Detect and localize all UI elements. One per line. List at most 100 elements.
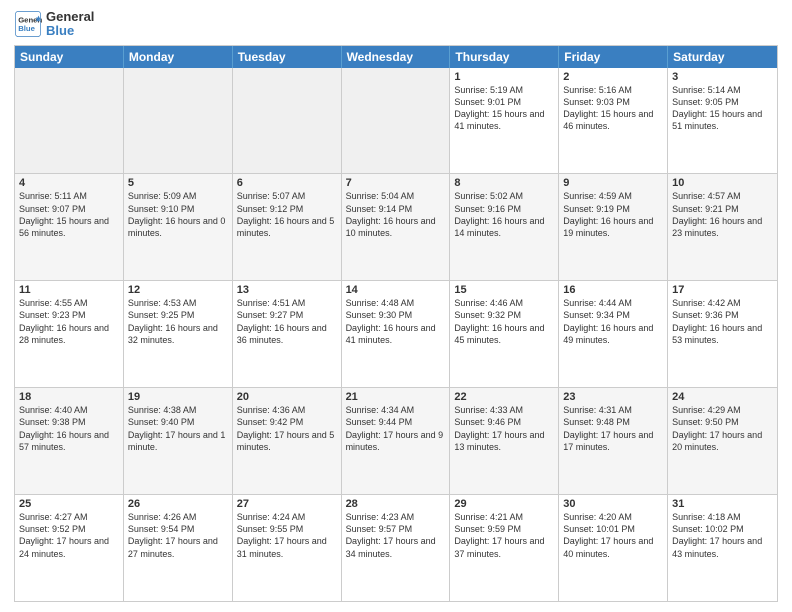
calendar-cell: 22Sunrise: 4:33 AM Sunset: 9:46 PM Dayli… (450, 388, 559, 494)
day-number: 27 (237, 498, 337, 510)
calendar-cell: 29Sunrise: 4:21 AM Sunset: 9:59 PM Dayli… (450, 495, 559, 601)
day-info: Sunrise: 4:57 AM Sunset: 9:21 PM Dayligh… (672, 190, 773, 239)
day-info: Sunrise: 5:04 AM Sunset: 9:14 PM Dayligh… (346, 190, 446, 239)
calendar-row-3: 11Sunrise: 4:55 AM Sunset: 9:23 PM Dayli… (15, 280, 777, 387)
day-info: Sunrise: 4:53 AM Sunset: 9:25 PM Dayligh… (128, 297, 228, 346)
calendar-cell: 28Sunrise: 4:23 AM Sunset: 9:57 PM Dayli… (342, 495, 451, 601)
day-info: Sunrise: 4:42 AM Sunset: 9:36 PM Dayligh… (672, 297, 773, 346)
logo-blue: Blue (46, 24, 94, 38)
calendar-row-4: 18Sunrise: 4:40 AM Sunset: 9:38 PM Dayli… (15, 387, 777, 494)
calendar-cell: 7Sunrise: 5:04 AM Sunset: 9:14 PM Daylig… (342, 174, 451, 280)
day-number: 5 (128, 177, 228, 189)
calendar-cell (233, 68, 342, 174)
day-number: 4 (19, 177, 119, 189)
calendar-cell: 8Sunrise: 5:02 AM Sunset: 9:16 PM Daylig… (450, 174, 559, 280)
calendar-cell: 26Sunrise: 4:26 AM Sunset: 9:54 PM Dayli… (124, 495, 233, 601)
day-number: 3 (672, 71, 773, 83)
day-info: Sunrise: 4:31 AM Sunset: 9:48 PM Dayligh… (563, 404, 663, 453)
day-info: Sunrise: 5:16 AM Sunset: 9:03 PM Dayligh… (563, 84, 663, 133)
logo-icon: General Blue (14, 10, 42, 38)
day-info: Sunrise: 5:02 AM Sunset: 9:16 PM Dayligh… (454, 190, 554, 239)
day-info: Sunrise: 5:09 AM Sunset: 9:10 PM Dayligh… (128, 190, 228, 239)
day-number: 9 (563, 177, 663, 189)
calendar-cell: 21Sunrise: 4:34 AM Sunset: 9:44 PM Dayli… (342, 388, 451, 494)
calendar-cell: 18Sunrise: 4:40 AM Sunset: 9:38 PM Dayli… (15, 388, 124, 494)
day-number: 20 (237, 391, 337, 403)
day-number: 29 (454, 498, 554, 510)
header: General Blue General Blue (14, 10, 778, 39)
day-number: 18 (19, 391, 119, 403)
day-info: Sunrise: 4:40 AM Sunset: 9:38 PM Dayligh… (19, 404, 119, 453)
calendar-cell: 6Sunrise: 5:07 AM Sunset: 9:12 PM Daylig… (233, 174, 342, 280)
calendar-cell: 1Sunrise: 5:19 AM Sunset: 9:01 PM Daylig… (450, 68, 559, 174)
calendar-cell: 16Sunrise: 4:44 AM Sunset: 9:34 PM Dayli… (559, 281, 668, 387)
day-info: Sunrise: 4:34 AM Sunset: 9:44 PM Dayligh… (346, 404, 446, 453)
calendar-cell: 5Sunrise: 5:09 AM Sunset: 9:10 PM Daylig… (124, 174, 233, 280)
day-info: Sunrise: 4:51 AM Sunset: 9:27 PM Dayligh… (237, 297, 337, 346)
day-header-saturday: Saturday (668, 46, 777, 68)
day-header-sunday: Sunday (15, 46, 124, 68)
page: General Blue General Blue SundayMondayTu… (0, 0, 792, 612)
day-number: 30 (563, 498, 663, 510)
day-number: 10 (672, 177, 773, 189)
day-info: Sunrise: 4:55 AM Sunset: 9:23 PM Dayligh… (19, 297, 119, 346)
day-info: Sunrise: 4:24 AM Sunset: 9:55 PM Dayligh… (237, 511, 337, 560)
calendar-cell: 27Sunrise: 4:24 AM Sunset: 9:55 PM Dayli… (233, 495, 342, 601)
day-header-monday: Monday (124, 46, 233, 68)
calendar-cell: 2Sunrise: 5:16 AM Sunset: 9:03 PM Daylig… (559, 68, 668, 174)
day-info: Sunrise: 4:36 AM Sunset: 9:42 PM Dayligh… (237, 404, 337, 453)
day-number: 1 (454, 71, 554, 83)
calendar-cell: 20Sunrise: 4:36 AM Sunset: 9:42 PM Dayli… (233, 388, 342, 494)
day-number: 17 (672, 284, 773, 296)
logo: General Blue General Blue (14, 10, 94, 39)
day-number: 22 (454, 391, 554, 403)
day-info: Sunrise: 4:26 AM Sunset: 9:54 PM Dayligh… (128, 511, 228, 560)
day-number: 14 (346, 284, 446, 296)
day-info: Sunrise: 4:27 AM Sunset: 9:52 PM Dayligh… (19, 511, 119, 560)
day-info: Sunrise: 4:44 AM Sunset: 9:34 PM Dayligh… (563, 297, 663, 346)
day-info: Sunrise: 4:46 AM Sunset: 9:32 PM Dayligh… (454, 297, 554, 346)
calendar-cell: 10Sunrise: 4:57 AM Sunset: 9:21 PM Dayli… (668, 174, 777, 280)
calendar-cell: 30Sunrise: 4:20 AM Sunset: 10:01 PM Dayl… (559, 495, 668, 601)
calendar-cell: 17Sunrise: 4:42 AM Sunset: 9:36 PM Dayli… (668, 281, 777, 387)
day-info: Sunrise: 4:33 AM Sunset: 9:46 PM Dayligh… (454, 404, 554, 453)
calendar-cell: 13Sunrise: 4:51 AM Sunset: 9:27 PM Dayli… (233, 281, 342, 387)
day-header-tuesday: Tuesday (233, 46, 342, 68)
day-number: 16 (563, 284, 663, 296)
day-info: Sunrise: 4:18 AM Sunset: 10:02 PM Daylig… (672, 511, 773, 560)
calendar-cell: 4Sunrise: 5:11 AM Sunset: 9:07 PM Daylig… (15, 174, 124, 280)
calendar-cell: 31Sunrise: 4:18 AM Sunset: 10:02 PM Dayl… (668, 495, 777, 601)
calendar-cell: 24Sunrise: 4:29 AM Sunset: 9:50 PM Dayli… (668, 388, 777, 494)
calendar-row-2: 4Sunrise: 5:11 AM Sunset: 9:07 PM Daylig… (15, 173, 777, 280)
calendar-cell: 12Sunrise: 4:53 AM Sunset: 9:25 PM Dayli… (124, 281, 233, 387)
day-number: 31 (672, 498, 773, 510)
day-info: Sunrise: 5:14 AM Sunset: 9:05 PM Dayligh… (672, 84, 773, 133)
day-header-friday: Friday (559, 46, 668, 68)
calendar-row-5: 25Sunrise: 4:27 AM Sunset: 9:52 PM Dayli… (15, 494, 777, 601)
day-number: 25 (19, 498, 119, 510)
day-header-wednesday: Wednesday (342, 46, 451, 68)
calendar: SundayMondayTuesdayWednesdayThursdayFrid… (14, 45, 778, 602)
day-number: 6 (237, 177, 337, 189)
day-info: Sunrise: 5:11 AM Sunset: 9:07 PM Dayligh… (19, 190, 119, 239)
day-number: 24 (672, 391, 773, 403)
day-info: Sunrise: 4:21 AM Sunset: 9:59 PM Dayligh… (454, 511, 554, 560)
day-info: Sunrise: 4:59 AM Sunset: 9:19 PM Dayligh… (563, 190, 663, 239)
calendar-cell: 19Sunrise: 4:38 AM Sunset: 9:40 PM Dayli… (124, 388, 233, 494)
calendar-cell: 11Sunrise: 4:55 AM Sunset: 9:23 PM Dayli… (15, 281, 124, 387)
calendar-cell: 25Sunrise: 4:27 AM Sunset: 9:52 PM Dayli… (15, 495, 124, 601)
day-number: 28 (346, 498, 446, 510)
calendar-cell: 9Sunrise: 4:59 AM Sunset: 9:19 PM Daylig… (559, 174, 668, 280)
day-number: 12 (128, 284, 228, 296)
day-info: Sunrise: 5:19 AM Sunset: 9:01 PM Dayligh… (454, 84, 554, 133)
day-number: 2 (563, 71, 663, 83)
calendar-cell: 14Sunrise: 4:48 AM Sunset: 9:30 PM Dayli… (342, 281, 451, 387)
day-header-thursday: Thursday (450, 46, 559, 68)
calendar-header: SundayMondayTuesdayWednesdayThursdayFrid… (15, 46, 777, 68)
day-number: 11 (19, 284, 119, 296)
day-info: Sunrise: 5:07 AM Sunset: 9:12 PM Dayligh… (237, 190, 337, 239)
day-info: Sunrise: 4:20 AM Sunset: 10:01 PM Daylig… (563, 511, 663, 560)
calendar-body: 1Sunrise: 5:19 AM Sunset: 9:01 PM Daylig… (15, 68, 777, 601)
calendar-cell (342, 68, 451, 174)
day-info: Sunrise: 4:38 AM Sunset: 9:40 PM Dayligh… (128, 404, 228, 453)
